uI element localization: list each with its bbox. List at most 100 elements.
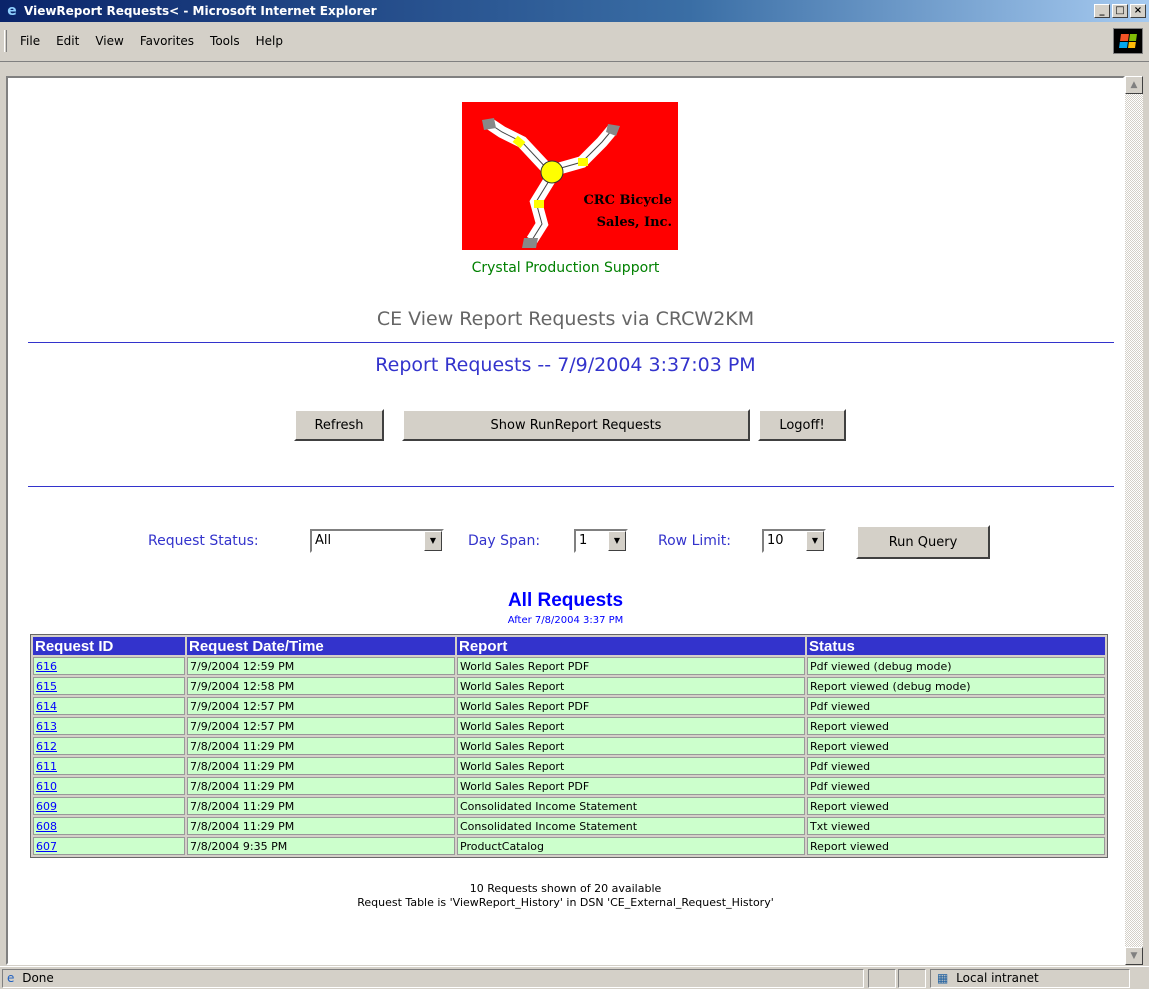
- all-requests-heading: All Requests: [507, 590, 624, 611]
- logoff-button[interactable]: Logoff!: [758, 409, 846, 441]
- request-id-link[interactable]: 611: [36, 760, 57, 773]
- request-status-label: Request Status:: [148, 533, 259, 549]
- run-query-button[interactable]: Run Query: [856, 525, 990, 559]
- window-controls: _ □ ×: [1094, 4, 1146, 18]
- ie-icon: e: [7, 3, 17, 19]
- table-row: 614 7/9/2004 12:57 PM World Sales Report P…: [33, 697, 1105, 715]
- request-datetime-cell: 7/9/2004 12:57 PM: [187, 717, 455, 735]
- after-date-text: After 7/8/2004 3:37 PM: [507, 615, 624, 626]
- chevron-down-icon[interactable]: ▼: [424, 531, 442, 551]
- page-icon: e: [7, 971, 15, 985]
- menu-item-view[interactable]: View: [87, 30, 131, 52]
- table-row: 615 7/9/2004 12:58 PM World Sales Report Re…: [33, 677, 1105, 695]
- request-id-link[interactable]: 615: [36, 680, 57, 693]
- show-runreport-requests-button[interactable]: Show RunReport Requests: [402, 409, 750, 441]
- report-name-cell: World Sales Report: [457, 737, 805, 755]
- zone-label: Local intranet: [956, 971, 1039, 985]
- request-status-select[interactable]: All ▼: [310, 529, 444, 553]
- requests-table: Request ID Request Date/Time Report Stat…: [30, 634, 1108, 858]
- company-logo: CRC Bicycle Sales, Inc.: [462, 102, 678, 250]
- request-id-link[interactable]: 612: [36, 740, 57, 753]
- status-cell: Pdf viewed: [807, 697, 1105, 715]
- table-row: 608 7/8/2004 11:29 PM Consolidated Income …: [33, 817, 1105, 835]
- page-subtitle: Crystal Production Support: [471, 260, 660, 276]
- report-name-cell: World Sales Report PDF: [457, 777, 805, 795]
- requests-heading: Report Requests -- 7/9/2004 3:37:03 PM: [375, 354, 756, 376]
- request-id-cell: 608: [33, 817, 185, 835]
- logo-line-1: CRC Bicycle: [583, 193, 672, 208]
- request-datetime-cell: 7/9/2004 12:57 PM: [187, 697, 455, 715]
- request-id-link[interactable]: 608: [36, 820, 57, 833]
- status-cell: Pdf viewed: [807, 757, 1105, 775]
- request-id-cell: 615: [33, 677, 185, 695]
- intranet-icon: ▦: [937, 971, 949, 985]
- request-status-value: All: [315, 533, 332, 548]
- table-header-row: Request ID Request Date/Time Report Stat…: [33, 637, 1105, 655]
- status-cell: Report viewed: [807, 797, 1105, 815]
- windows-logo-icon: [1113, 28, 1143, 54]
- logo-line-2: Sales, Inc.: [596, 215, 672, 230]
- status-cell: Report viewed: [807, 737, 1105, 755]
- request-id-cell: 614: [33, 697, 185, 715]
- close-button[interactable]: ×: [1130, 4, 1146, 18]
- scroll-up-arrow-icon[interactable]: ▲: [1125, 76, 1143, 94]
- status-cell-empty: [898, 969, 926, 988]
- request-id-link[interactable]: 609: [36, 800, 57, 813]
- menu-item-edit[interactable]: Edit: [48, 30, 87, 52]
- menu-bar: File Edit View Favorites Tools Help: [0, 22, 1149, 62]
- request-datetime-cell: 7/8/2004 11:29 PM: [187, 777, 455, 795]
- maximize-button[interactable]: □: [1112, 4, 1128, 18]
- request-id-link[interactable]: 610: [36, 780, 57, 793]
- request-datetime-cell: 7/8/2004 11:29 PM: [187, 737, 455, 755]
- request-datetime-cell: 7/8/2004 11:29 PM: [187, 817, 455, 835]
- status-text: Done: [22, 971, 54, 985]
- status-cell: Report viewed: [807, 837, 1105, 855]
- column-header-request-datetime: Request Date/Time: [187, 637, 455, 655]
- status-cell: Pdf viewed (debug mode): [807, 657, 1105, 675]
- minimize-button[interactable]: _: [1094, 4, 1110, 18]
- row-limit-label: Row Limit:: [658, 533, 731, 549]
- menu-item-tools[interactable]: Tools: [202, 30, 248, 52]
- request-id-link[interactable]: 607: [36, 840, 57, 853]
- request-datetime-cell: 7/9/2004 12:59 PM: [187, 657, 455, 675]
- menu-item-file[interactable]: File: [12, 30, 48, 52]
- status-cell: Report viewed: [807, 717, 1105, 735]
- request-datetime-cell: 7/8/2004 11:29 PM: [187, 797, 455, 815]
- security-zone: ▦ Local intranet: [930, 969, 1130, 988]
- request-id-cell: 611: [33, 757, 185, 775]
- logo-text: CRC Bicycle Sales, Inc.: [583, 190, 672, 234]
- report-name-cell: World Sales Report PDF: [457, 697, 805, 715]
- scroll-down-arrow-icon[interactable]: ▼: [1125, 947, 1143, 965]
- divider-top: [28, 342, 1114, 343]
- chevron-down-icon[interactable]: ▼: [608, 531, 626, 551]
- menu-item-favorites[interactable]: Favorites: [132, 30, 202, 52]
- chevron-down-icon[interactable]: ▼: [806, 531, 824, 551]
- report-name-cell: Consolidated Income Statement: [457, 817, 805, 835]
- request-id-cell: 616: [33, 657, 185, 675]
- request-id-cell: 613: [33, 717, 185, 735]
- window-title-bar[interactable]: e ViewReport Requests< - Microsoft Inter…: [0, 0, 1149, 22]
- table-row: 612 7/8/2004 11:29 PM World Sales Report Re…: [33, 737, 1105, 755]
- status-cell: Txt viewed: [807, 817, 1105, 835]
- report-name-cell: Consolidated Income Statement: [457, 797, 805, 815]
- status-cell: Report viewed (debug mode): [807, 677, 1105, 695]
- request-id-cell: 607: [33, 837, 185, 855]
- row-limit-select[interactable]: 10 ▼: [762, 529, 826, 553]
- report-name-cell: World Sales Report: [457, 677, 805, 695]
- toolbar-grip[interactable]: [4, 30, 7, 52]
- day-span-select[interactable]: 1 ▼: [574, 529, 628, 553]
- vertical-scrollbar[interactable]: ▲ ▼: [1125, 76, 1143, 965]
- request-datetime-cell: 7/9/2004 12:58 PM: [187, 677, 455, 695]
- request-table-info-text: Request Table is 'ViewReport_History' in…: [357, 896, 774, 909]
- report-name-cell: ProductCatalog: [457, 837, 805, 855]
- page: CRC Bicycle Sales, Inc. Crystal Producti…: [8, 78, 1123, 963]
- day-span-value: 1: [579, 533, 588, 548]
- status-bar: e Done ▦ Local intranet: [0, 966, 1149, 989]
- refresh-button[interactable]: Refresh: [294, 409, 384, 441]
- request-id-link[interactable]: 616: [36, 660, 57, 673]
- request-id-link[interactable]: 613: [36, 720, 57, 733]
- menu-item-help[interactable]: Help: [248, 30, 291, 52]
- request-id-link[interactable]: 614: [36, 700, 57, 713]
- table-row: 609 7/8/2004 11:29 PM Consolidated Income …: [33, 797, 1105, 815]
- status-text-cell: e Done: [2, 969, 864, 988]
